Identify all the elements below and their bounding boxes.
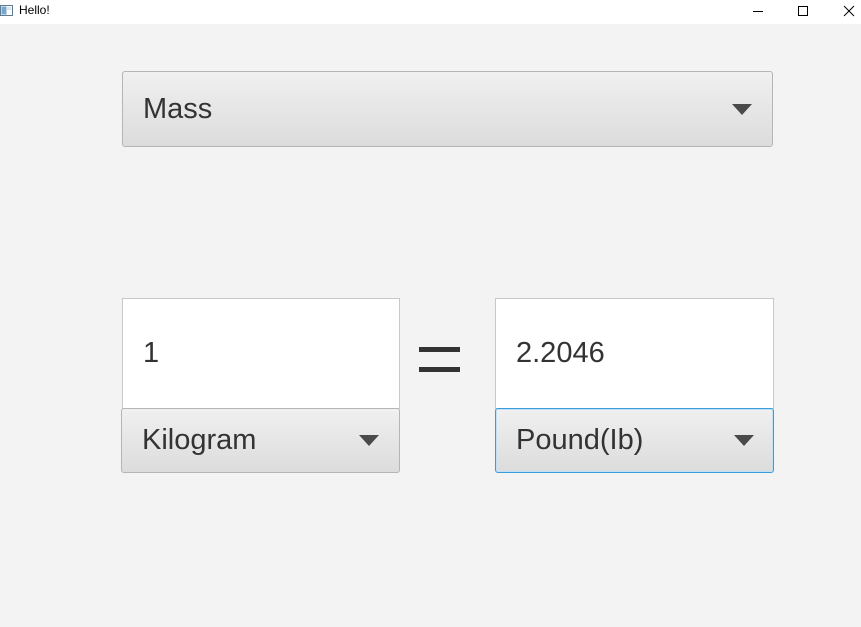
from-unit-value: Kilogram	[142, 424, 257, 456]
equals-bar-top	[419, 347, 460, 352]
close-button[interactable]	[826, 0, 861, 22]
app-window: Hello! Mass 1 2.2046 Kilogram Pound(Ib)	[0, 0, 861, 627]
chevron-down-icon	[732, 104, 752, 115]
to-value-text: 2.2046	[516, 337, 605, 369]
title-bar[interactable]: Hello!	[0, 0, 861, 24]
maximize-icon	[798, 6, 808, 16]
chevron-down-icon	[734, 435, 754, 446]
to-unit-select[interactable]: Pound(Ib)	[495, 408, 774, 473]
minimize-button[interactable]	[735, 0, 781, 22]
to-value-input[interactable]: 2.2046	[495, 298, 774, 409]
to-unit-value: Pound(Ib)	[516, 424, 644, 456]
equals-bar-bottom	[419, 367, 460, 372]
window-title: Hello!	[19, 3, 50, 17]
from-value-text: 1	[143, 337, 160, 369]
from-value-input[interactable]: 1	[122, 298, 400, 409]
maximize-button[interactable]	[780, 0, 826, 22]
from-unit-select[interactable]: Kilogram	[121, 408, 400, 473]
close-icon	[843, 5, 855, 17]
minimize-icon	[753, 11, 763, 12]
equals-sign	[419, 345, 460, 374]
category-select[interactable]: Mass	[122, 71, 773, 147]
category-select-value: Mass	[143, 92, 213, 125]
chevron-down-icon	[359, 435, 379, 446]
app-icon	[0, 3, 13, 16]
